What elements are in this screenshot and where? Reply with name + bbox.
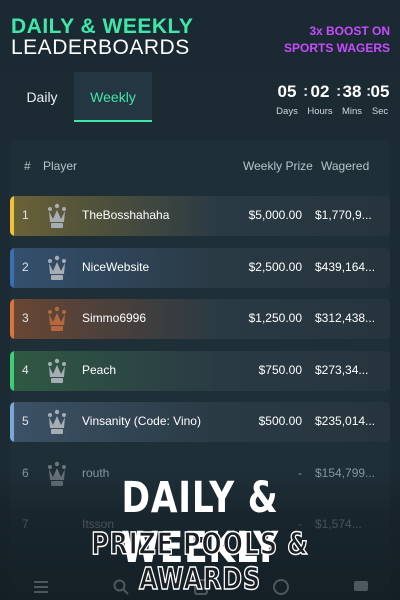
weekly-prize: $5,000.00 — [248, 208, 302, 222]
weekly-prize: $500.00 — [258, 414, 302, 428]
countdown-hours-label: Hours — [307, 106, 333, 117]
weekly-prize: $2,500.00 — [248, 259, 302, 274]
player-name[interactable]: Vinsanity (Code: Vino) — [82, 414, 201, 428]
rank-number: 4 — [22, 362, 29, 377]
weekly-prize: $750.00 — [258, 362, 302, 377]
crown-icon — [46, 254, 68, 282]
crown-icon — [46, 202, 68, 230]
countdown-days: 05 Days — [270, 82, 304, 117]
table-row[interactable]: 5 Vinsanity (Code: Vino) $500.00 $235,014..… — [10, 402, 390, 442]
table-row[interactable]: 2 NiceWebsite $2,500.00 $439,164... — [10, 247, 390, 288]
rank-accent-bar — [10, 350, 14, 391]
rank-number: 3 — [22, 311, 29, 325]
header-rank: # — [24, 159, 31, 173]
wagered-amount: $312,438... — [315, 311, 376, 325]
wagered-amount: $1,770,9... — [315, 208, 372, 222]
header: DAILY & WEEKLY LEADERBOARDS 3x BOOST ON … — [0, 0, 400, 70]
wagered-amount: $439,164... — [315, 259, 376, 274]
rank-accent-bar — [10, 247, 14, 288]
countdown-hours: 02 Hours — [303, 82, 337, 117]
crown-icon — [46, 357, 68, 385]
rank-accent-bar — [10, 299, 14, 339]
player-name[interactable]: NiceWebsite — [82, 260, 149, 274]
table-header: # Player Weekly Prize Wagered — [10, 140, 390, 190]
table-row[interactable]: 4 Peach $750.00 $273,34... — [10, 350, 390, 391]
countdown-days-label: Days — [276, 106, 298, 117]
countdown-secs-value: 05 — [370, 82, 390, 101]
crown-icon — [46, 408, 68, 436]
rank-number: 1 — [22, 208, 29, 222]
player-name[interactable]: Peach — [82, 363, 116, 377]
wagered-amount: $235,014... — [315, 414, 376, 428]
bronze-crown-icon — [46, 305, 68, 333]
rank-accent-bar — [10, 196, 14, 236]
header-weekly-prize: Weekly Prize — [243, 159, 313, 173]
boost-banner-line2[interactable]: SPORTS WAGERS — [284, 41, 390, 55]
table-row[interactable]: 3 Simmo6996 $1,250.00 $312,438... — [10, 299, 390, 339]
countdown-days-value: 05 — [277, 82, 297, 101]
countdown-hours-value: 02 — [310, 82, 330, 101]
table-row[interactable]: 1 TheBosshahaha $5,000.00 $1,770,9... — [10, 196, 390, 236]
player-name[interactable]: TheBosshahaha — [82, 208, 169, 222]
page-title-line2: LEADERBOARDS — [11, 36, 190, 59]
tab-weekly[interactable]: Weekly — [74, 72, 152, 122]
countdown-secs-label: Sec — [371, 106, 389, 117]
rank-accent-bar — [10, 402, 14, 442]
countdown-secs: 05 Sec — [363, 82, 397, 117]
rank-number: 5 — [22, 414, 29, 428]
wagered-amount: $273,34... — [315, 362, 369, 377]
promo-subheadline: PRIZE POOLS & AWARDS — [90, 526, 309, 598]
boost-banner-line1[interactable]: 3x BOOST ON — [309, 24, 390, 38]
header-player: Player — [43, 159, 78, 173]
weekly-prize: $1,250.00 — [248, 311, 302, 325]
rank-number: 2 — [22, 259, 29, 274]
header-wagered: Wagered — [321, 159, 370, 173]
player-name[interactable]: Simmo6996 — [82, 311, 146, 325]
tab-daily[interactable]: Daily — [10, 72, 74, 122]
